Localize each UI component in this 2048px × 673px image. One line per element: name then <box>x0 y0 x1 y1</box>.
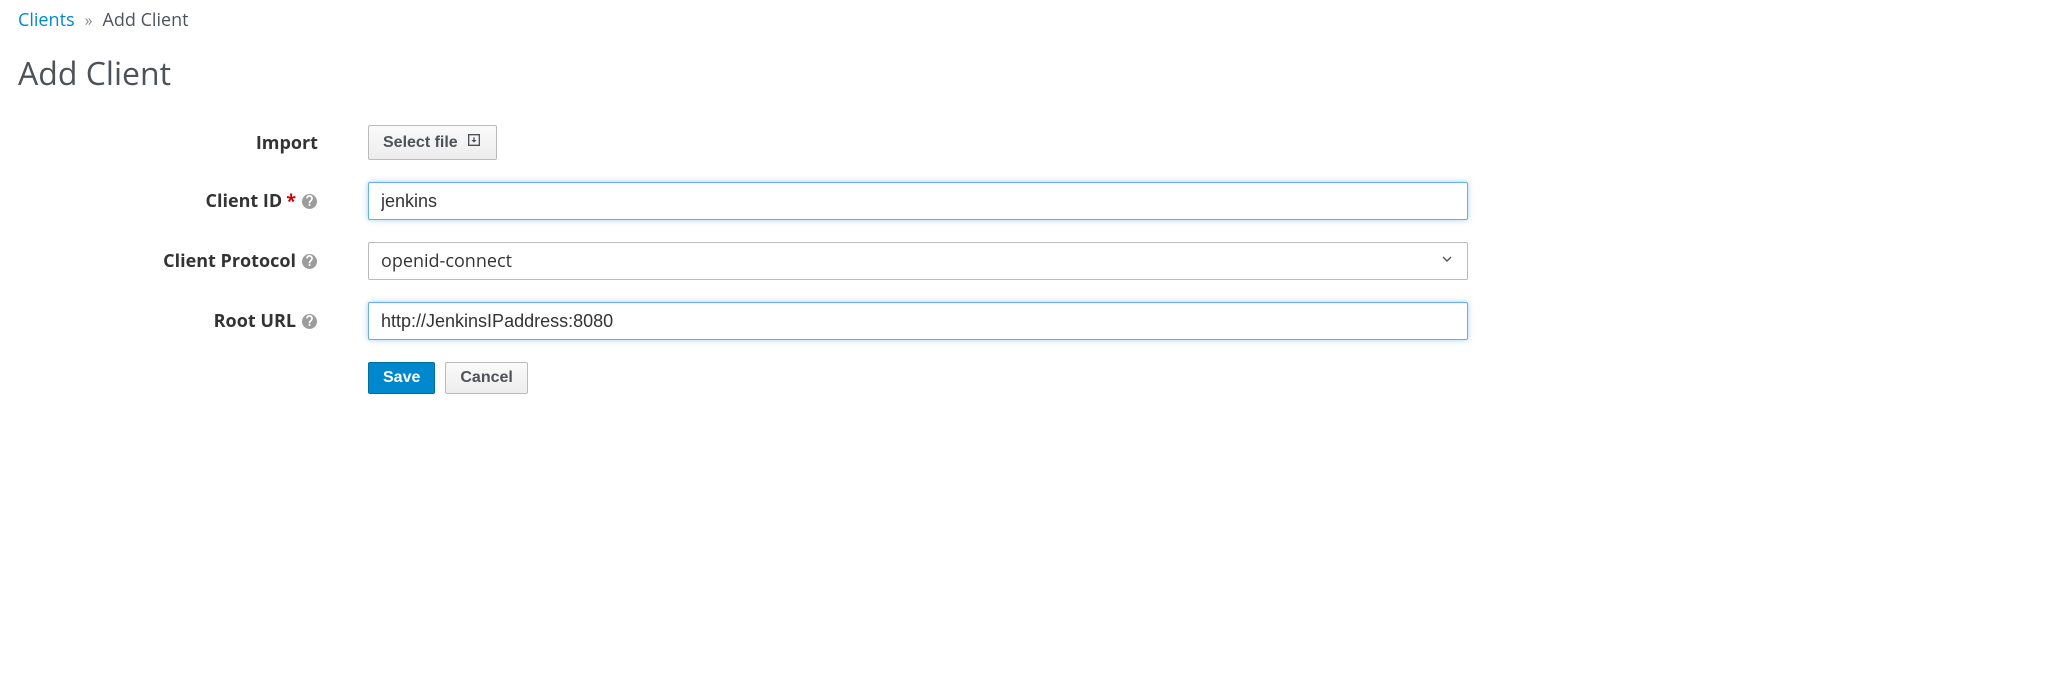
help-icon[interactable] <box>300 192 318 210</box>
breadcrumb-clients-link[interactable]: Clients <box>18 8 75 32</box>
root-url-input[interactable] <box>368 302 1468 340</box>
select-file-button[interactable]: Select file <box>368 125 497 160</box>
import-row: Import Select file <box>18 125 1528 160</box>
client-protocol-row: Client Protocol openid-connect <box>18 242 1528 280</box>
client-id-label: Client ID <box>205 189 282 213</box>
add-client-form: Import Select file Client ID * Client Pr… <box>18 125 1528 394</box>
client-id-row: Client ID * <box>18 182 1528 220</box>
breadcrumb-separator-icon: » <box>85 9 93 31</box>
cancel-button[interactable]: Cancel <box>445 362 527 394</box>
client-id-input[interactable] <box>368 182 1468 220</box>
breadcrumb-current: Add Client <box>103 8 189 32</box>
help-icon[interactable] <box>300 312 318 330</box>
button-row: Save Cancel <box>18 362 1528 394</box>
breadcrumb: Clients » Add Client <box>18 8 2030 32</box>
required-asterisk: * <box>286 189 296 213</box>
root-url-row: Root URL <box>18 302 1528 340</box>
save-button[interactable]: Save <box>368 362 435 394</box>
root-url-label: Root URL <box>214 309 296 333</box>
client-protocol-label: Client Protocol <box>163 249 296 273</box>
chevron-down-icon <box>1439 249 1455 273</box>
client-protocol-value: openid-connect <box>381 249 512 273</box>
client-protocol-select[interactable]: openid-connect <box>368 242 1468 280</box>
page-title: Add Client <box>18 52 2030 95</box>
import-label: Import <box>256 131 318 155</box>
import-file-icon <box>466 132 482 153</box>
select-file-label: Select file <box>383 134 458 152</box>
help-icon[interactable] <box>300 252 318 270</box>
